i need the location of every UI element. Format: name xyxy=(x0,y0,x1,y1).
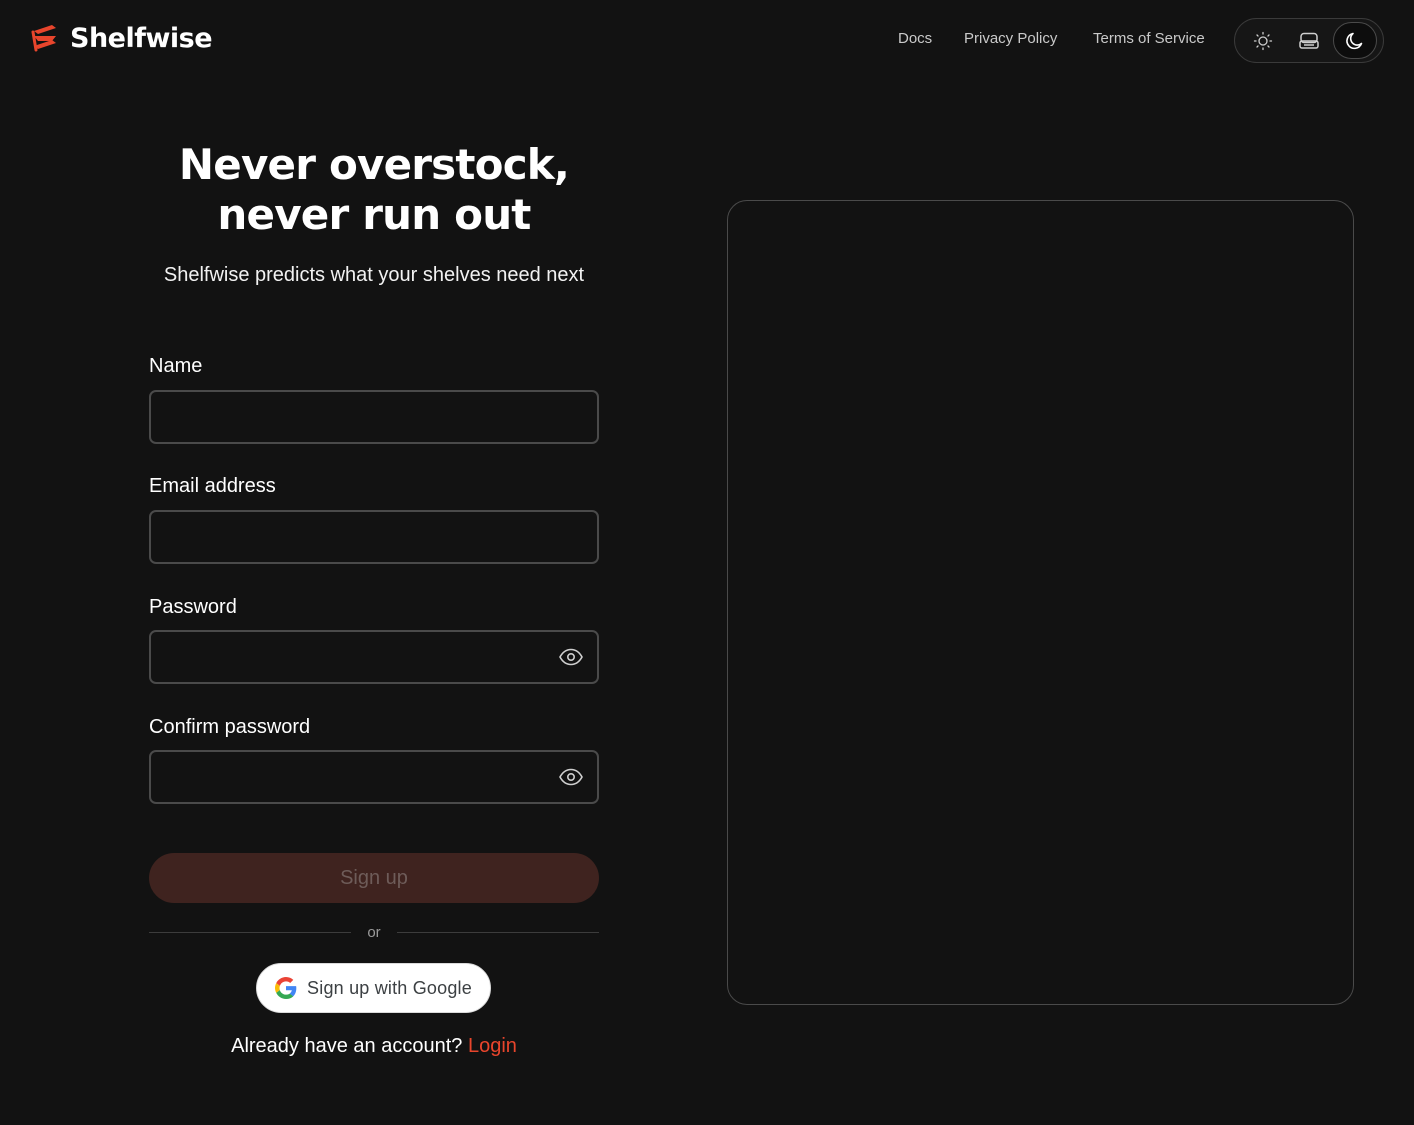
theme-light-button[interactable] xyxy=(1241,22,1285,59)
preview-panel xyxy=(727,200,1354,1005)
brand-logo[interactable]: Shelfwise xyxy=(30,22,213,54)
signup-page: Shelfwise Docs Privacy Policy Terms of S… xyxy=(0,0,1414,1125)
hero-title: Never overstock, never run out xyxy=(149,140,599,240)
login-link[interactable]: Login xyxy=(468,1035,517,1057)
google-sign-up-button[interactable]: Sign up with Google xyxy=(256,963,491,1013)
sun-icon xyxy=(1253,31,1273,50)
monitor-icon xyxy=(1299,32,1319,49)
nav-terms-link[interactable]: Terms of Service xyxy=(1093,30,1205,47)
show-password-eye-icon[interactable] xyxy=(558,648,584,666)
name-label: Name xyxy=(149,355,203,377)
divider-left xyxy=(149,932,351,933)
login-prompt-text: Already have an account? xyxy=(231,1035,463,1057)
confirm-password-input[interactable] xyxy=(149,750,599,804)
name-input[interactable] xyxy=(149,390,599,444)
divider-or-text: or xyxy=(367,924,381,941)
email-input[interactable] xyxy=(149,510,599,564)
nav-privacy-link[interactable]: Privacy Policy xyxy=(964,30,1057,47)
nav-docs-link[interactable]: Docs xyxy=(898,30,932,47)
google-sign-up-label: Sign up with Google xyxy=(307,977,472,998)
divider-right xyxy=(397,932,599,933)
google-logo-icon xyxy=(275,977,297,999)
password-input[interactable] xyxy=(149,630,599,684)
login-prompt: Already have an account? Login xyxy=(149,1035,599,1058)
moon-icon xyxy=(1346,32,1363,49)
theme-switcher xyxy=(1234,18,1384,63)
shelfwise-logo-icon xyxy=(31,25,56,52)
theme-dark-button[interactable] xyxy=(1333,22,1377,59)
sign-up-button[interactable]: Sign up xyxy=(149,853,599,903)
email-label: Email address xyxy=(149,475,276,497)
show-confirm-password-eye-icon[interactable] xyxy=(558,768,584,786)
hero-subtitle: Shelfwise predicts what your shelves nee… xyxy=(163,264,585,286)
hero-title-line-2: never run out xyxy=(217,190,531,239)
brand-name: Shelfwise xyxy=(70,22,213,54)
confirm-password-label: Confirm password xyxy=(149,716,311,738)
hero-title-line-1: Never overstock, xyxy=(178,140,570,189)
password-label: Password xyxy=(149,596,237,618)
theme-system-button[interactable] xyxy=(1287,22,1331,59)
